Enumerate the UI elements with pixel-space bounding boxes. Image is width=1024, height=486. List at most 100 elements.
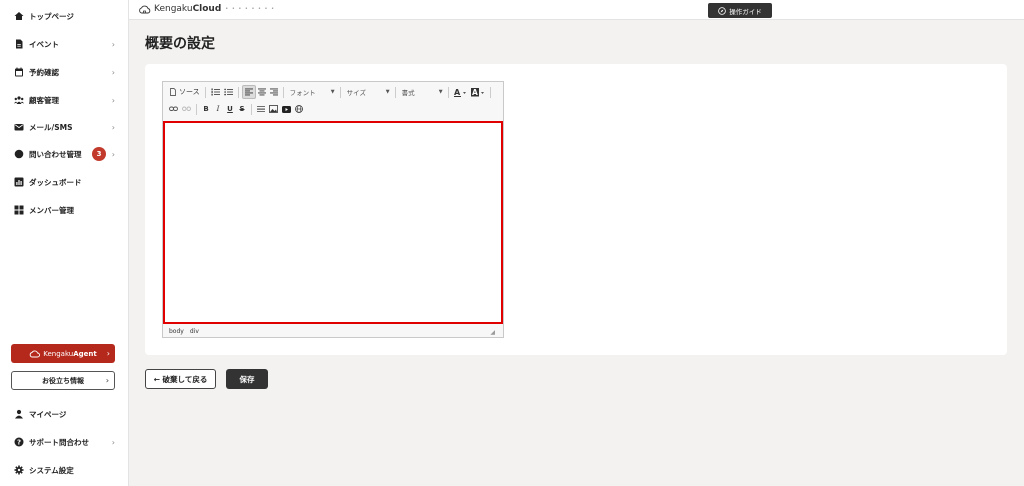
sidebar-item-label: 問い合わせ管理 (29, 149, 82, 159)
link-icon (169, 106, 178, 111)
sidebar-item-members[interactable]: メンバー管理 (0, 200, 128, 220)
sidebar-item-label: 顧客管理 (29, 95, 59, 105)
sidebar-item-label: 予約確認 (29, 67, 59, 77)
sidebar-item-support[interactable]: ? サポート問合わせ › (0, 432, 128, 452)
bullet-list-button[interactable] (222, 85, 235, 99)
resize-handle-icon[interactable]: ◢ (490, 329, 495, 336)
toolbar-separator (489, 86, 491, 98)
unlink-button[interactable] (180, 102, 193, 116)
gear-icon (14, 465, 24, 475)
bullet-list-icon (223, 88, 233, 96)
top-bar: Kengaku Cloud • • • • • • • • 操作ガイド (129, 0, 1024, 20)
sidebar-item-mail-sms[interactable]: メール/SMS › (0, 117, 128, 137)
globe-button[interactable] (293, 102, 305, 116)
save-button[interactable]: 保存 (226, 369, 268, 389)
chevron-right-icon: › (111, 149, 115, 159)
document-icon (14, 39, 24, 49)
font-select-label: フォント (289, 89, 316, 97)
chevron-down-icon: ▼ (438, 89, 443, 95)
align-left-button[interactable] (241, 85, 256, 99)
italic-icon: I (216, 105, 220, 113)
underline-button[interactable]: U (224, 102, 236, 116)
align-center-button[interactable] (256, 85, 268, 99)
text-color-button[interactable]: A (452, 85, 469, 99)
page-title: 概要の設定 (145, 36, 215, 52)
image-button[interactable] (267, 102, 280, 116)
toolbar-separator (394, 86, 396, 98)
editor-content-area[interactable] (163, 121, 503, 324)
svg-text:A: A (472, 88, 478, 97)
chat-icon (14, 149, 24, 159)
align-center-icon (257, 88, 266, 96)
sidebar-item-label: マイページ (29, 409, 67, 419)
size-select[interactable]: サイズ ▼ (344, 86, 392, 98)
agent-prefix: Kengaku (43, 349, 74, 358)
video-button[interactable] (280, 102, 293, 116)
sidebar-item-label: メンバー管理 (29, 205, 74, 215)
bold-icon: B (203, 105, 209, 113)
sidebar-item-reservations[interactable]: 予約確認 › (0, 62, 128, 82)
horizontal-rule-icon (257, 106, 265, 112)
sidebar-item-label: イベント (29, 39, 59, 49)
background-color-icon: A (470, 87, 484, 97)
chevron-right-icon: › (111, 437, 115, 447)
logo-dots: • • • • • • • • (225, 6, 276, 12)
align-right-button[interactable] (268, 85, 280, 99)
grid-icon (14, 205, 24, 215)
element-path-body[interactable]: body (169, 328, 184, 335)
align-right-icon (269, 88, 278, 96)
link-button[interactable] (167, 102, 180, 116)
user-icon (14, 409, 24, 419)
cloud-icon (139, 5, 151, 13)
svg-text:?: ? (17, 439, 21, 447)
discard-and-back-button[interactable]: ← 破棄して戻る (145, 369, 216, 389)
chevron-right-icon: › (106, 349, 110, 358)
chevron-right-icon: › (111, 122, 115, 132)
italic-button[interactable]: I (212, 102, 224, 116)
sidebar-item-inquiries[interactable]: 問い合わせ管理 3 › (0, 144, 128, 164)
logo-name: Cloud (192, 4, 222, 14)
kengaku-agent-button[interactable]: Kengaku Agent › (11, 344, 115, 363)
image-icon (269, 105, 278, 113)
chevron-right-icon: › (111, 67, 115, 77)
sidebar-item-events[interactable]: イベント › (0, 34, 128, 54)
mail-icon (14, 122, 24, 132)
font-select[interactable]: フォント ▼ (287, 86, 337, 98)
chevron-down-icon: ▼ (385, 89, 390, 95)
toolbar-separator (204, 86, 206, 98)
sidebar: トップページ イベント › 予約確認 › 顧客管理 › メール/SMS › 問い… (0, 0, 129, 486)
background-color-button[interactable]: A (469, 85, 487, 99)
sidebar-item-top-page[interactable]: トップページ (0, 6, 128, 26)
chevron-right-icon: › (105, 376, 109, 385)
unlink-icon (182, 106, 191, 111)
sidebar-item-system-settings[interactable]: システム設定 (0, 460, 128, 480)
home-icon (14, 11, 24, 21)
format-select-label: 書式 (401, 89, 415, 97)
kengaku-cloud-logo[interactable]: Kengaku Cloud • • • • • • • • (138, 4, 275, 14)
rich-text-editor: ソース フォント ▼ サイズ ▼ 書式 ▼ A A B I U S body d… (162, 81, 504, 338)
chevron-down-icon: ▼ (330, 89, 335, 95)
horizontal-rule-button[interactable] (255, 102, 267, 116)
format-select[interactable]: 書式 ▼ (399, 86, 445, 98)
calendar-icon (14, 67, 24, 77)
toolbar-separator (282, 86, 284, 98)
notification-badge: 3 (92, 147, 106, 161)
chevron-right-icon: › (111, 95, 115, 105)
numbered-list-icon (211, 88, 220, 96)
sidebar-item-customers[interactable]: 顧客管理 › (0, 90, 128, 110)
source-button[interactable]: ソース (167, 85, 202, 99)
people-icon (14, 95, 24, 105)
numbered-list-button[interactable] (209, 85, 222, 99)
bold-button[interactable]: B (200, 102, 212, 116)
chevron-right-icon: › (111, 39, 115, 49)
operation-guide-button[interactable]: 操作ガイド (708, 3, 772, 18)
cloud-icon (30, 350, 41, 357)
useful-info-button[interactable]: お役立ち情報 › (11, 371, 115, 390)
sidebar-item-mypage[interactable]: マイページ (0, 404, 128, 424)
toolbar-separator (447, 86, 449, 98)
sidebar-item-dashboard[interactable]: ダッシュボード (0, 172, 128, 192)
element-path-div[interactable]: div (190, 328, 199, 335)
toolbar-separator (237, 86, 239, 98)
useful-info-label: お役立ち情報 (42, 376, 84, 385)
strikethrough-button[interactable]: S (236, 102, 248, 116)
